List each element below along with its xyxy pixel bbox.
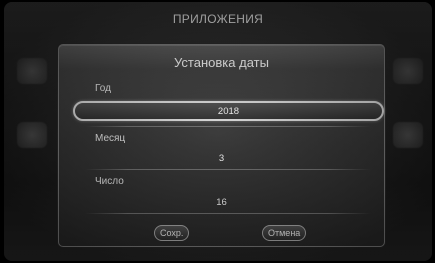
month-label: Месяц [95, 133, 126, 144]
screen: ПРИЛОЖЕНИЯ Установка даты Год 2018 Месяц… [4, 2, 432, 261]
year-label: Год [95, 83, 111, 94]
save-button[interactable]: Сохр. [154, 225, 190, 241]
year-field[interactable]: 2018 [73, 101, 384, 121]
page-title: ПРИЛОЖЕНИЯ [172, 12, 264, 26]
app-icon [17, 122, 47, 148]
month-field[interactable]: 3 [59, 153, 384, 164]
background-app-tile [386, 58, 430, 87]
year-value: 2018 [217, 106, 240, 117]
divider [85, 213, 371, 214]
background-app-tile [10, 122, 54, 151]
app-icon [393, 122, 423, 148]
background-app-tile [386, 122, 430, 151]
divider [85, 126, 371, 127]
app-icon [17, 58, 47, 84]
day-field[interactable]: 16 [59, 197, 384, 208]
app-icon [393, 58, 423, 84]
cancel-button[interactable]: Отмена [262, 225, 307, 241]
date-setting-dialog: Установка даты Год 2018 Месяц 3 Число 16… [58, 44, 385, 247]
day-label: Число [95, 176, 124, 187]
background-app-tile [10, 58, 54, 87]
dialog-title: Установка даты [174, 55, 269, 70]
divider [85, 169, 371, 170]
